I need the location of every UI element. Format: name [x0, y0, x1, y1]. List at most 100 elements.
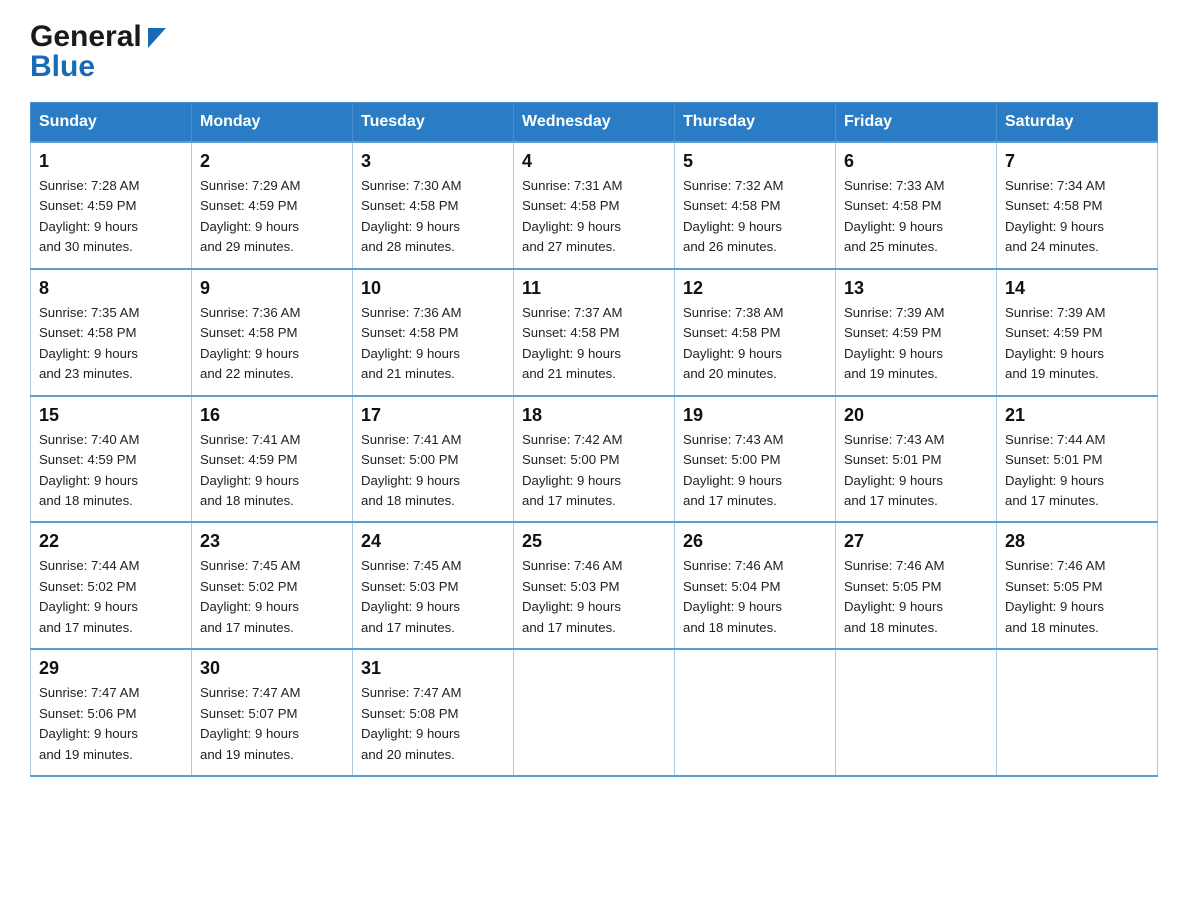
day-info: Sunrise: 7:41 AMSunset: 4:59 PMDaylight:…	[200, 430, 344, 512]
calendar-cell: 14Sunrise: 7:39 AMSunset: 4:59 PMDayligh…	[997, 269, 1158, 396]
day-number: 19	[683, 405, 827, 426]
day-number: 24	[361, 531, 505, 552]
calendar-cell: 4 Sunrise: 7:31 AMSunset: 4:58 PMDaylight…	[514, 142, 675, 269]
calendar-cell: 6 Sunrise: 7:33 AMSunset: 4:58 PMDaylight…	[836, 142, 997, 269]
day-info: Sunrise: 7:46 AMSunset: 5:04 PMDaylight:…	[683, 556, 827, 638]
day-number: 10	[361, 278, 505, 299]
day-number: 16	[200, 405, 344, 426]
day-number: 12	[683, 278, 827, 299]
day-number: 17	[361, 405, 505, 426]
day-number: 5	[683, 151, 827, 172]
page-header: General Blue	[30, 20, 1158, 82]
calendar-cell: 16 Sunrise: 7:41 AMSunset: 4:59 PMDayligh…	[192, 396, 353, 523]
day-info: Sunrise: 7:29 AMSunset: 4:59 PMDaylight:…	[200, 176, 344, 258]
calendar-dow-friday: Friday	[836, 103, 997, 143]
day-info: Sunrise: 7:35 AMSunset: 4:58 PMDaylight:…	[39, 303, 183, 385]
calendar-cell: 12 Sunrise: 7:38 AMSunset: 4:58 PMDayligh…	[675, 269, 836, 396]
day-number: 4	[522, 151, 666, 172]
day-number: 9	[200, 278, 344, 299]
day-info: Sunrise: 7:46 AMSunset: 5:03 PMDaylight:…	[522, 556, 666, 638]
calendar-cell: 28 Sunrise: 7:46 AMSunset: 5:05 PMDayligh…	[997, 522, 1158, 649]
calendar-week-row: 8 Sunrise: 7:35 AMSunset: 4:58 PMDaylight…	[31, 269, 1158, 396]
logo: General Blue	[30, 20, 166, 82]
day-number: 6	[844, 151, 988, 172]
day-number: 21	[1005, 405, 1149, 426]
calendar-dow-tuesday: Tuesday	[353, 103, 514, 143]
day-number: 20	[844, 405, 988, 426]
day-info: Sunrise: 7:47 AMSunset: 5:07 PMDaylight:…	[200, 683, 344, 765]
day-number: 26	[683, 531, 827, 552]
calendar-cell: 24 Sunrise: 7:45 AMSunset: 5:03 PMDayligh…	[353, 522, 514, 649]
calendar-cell: 7 Sunrise: 7:34 AMSunset: 4:58 PMDaylight…	[997, 142, 1158, 269]
calendar-cell: 25 Sunrise: 7:46 AMSunset: 5:03 PMDayligh…	[514, 522, 675, 649]
calendar-cell: 17Sunrise: 7:41 AMSunset: 5:00 PMDayligh…	[353, 396, 514, 523]
day-number: 15	[39, 405, 183, 426]
day-number: 11	[522, 278, 666, 299]
day-info: Sunrise: 7:47 AMSunset: 5:06 PMDaylight:…	[39, 683, 183, 765]
calendar-cell: 10 Sunrise: 7:36 AMSunset: 4:58 PMDayligh…	[353, 269, 514, 396]
day-info: Sunrise: 7:43 AMSunset: 5:00 PMDaylight:…	[683, 430, 827, 512]
day-info: Sunrise: 7:44 AMSunset: 5:02 PMDaylight:…	[39, 556, 183, 638]
calendar-cell: 3Sunrise: 7:30 AMSunset: 4:58 PMDaylight…	[353, 142, 514, 269]
day-info: Sunrise: 7:36 AMSunset: 4:58 PMDaylight:…	[200, 303, 344, 385]
calendar-cell: 13 Sunrise: 7:39 AMSunset: 4:59 PMDayligh…	[836, 269, 997, 396]
calendar-week-row: 15 Sunrise: 7:40 AMSunset: 4:59 PMDayligh…	[31, 396, 1158, 523]
day-number: 27	[844, 531, 988, 552]
calendar-dow-monday: Monday	[192, 103, 353, 143]
logo-triangle-icon	[148, 28, 166, 48]
logo-blue: Blue	[30, 52, 166, 82]
day-number: 18	[522, 405, 666, 426]
calendar-cell: 11 Sunrise: 7:37 AMSunset: 4:58 PMDayligh…	[514, 269, 675, 396]
calendar-cell: 26 Sunrise: 7:46 AMSunset: 5:04 PMDayligh…	[675, 522, 836, 649]
day-number: 2	[200, 151, 344, 172]
day-number: 7	[1005, 151, 1149, 172]
day-info: Sunrise: 7:40 AMSunset: 4:59 PMDaylight:…	[39, 430, 183, 512]
calendar-cell	[836, 649, 997, 776]
day-info: Sunrise: 7:30 AMSunset: 4:58 PMDaylight:…	[361, 176, 505, 258]
calendar-dow-saturday: Saturday	[997, 103, 1158, 143]
day-number: 22	[39, 531, 183, 552]
day-info: Sunrise: 7:39 AMSunset: 4:59 PMDaylight:…	[844, 303, 988, 385]
day-info: Sunrise: 7:44 AMSunset: 5:01 PMDaylight:…	[1005, 430, 1149, 512]
calendar-cell: 23 Sunrise: 7:45 AMSunset: 5:02 PMDayligh…	[192, 522, 353, 649]
calendar-header-row: SundayMondayTuesdayWednesdayThursdayFrid…	[31, 103, 1158, 143]
day-info: Sunrise: 7:34 AMSunset: 4:58 PMDaylight:…	[1005, 176, 1149, 258]
calendar-cell: 19 Sunrise: 7:43 AMSunset: 5:00 PMDayligh…	[675, 396, 836, 523]
calendar-week-row: 22 Sunrise: 7:44 AMSunset: 5:02 PMDayligh…	[31, 522, 1158, 649]
calendar-cell: 22 Sunrise: 7:44 AMSunset: 5:02 PMDayligh…	[31, 522, 192, 649]
calendar-cell	[675, 649, 836, 776]
calendar-cell: 15 Sunrise: 7:40 AMSunset: 4:59 PMDayligh…	[31, 396, 192, 523]
calendar-cell: 8 Sunrise: 7:35 AMSunset: 4:58 PMDaylight…	[31, 269, 192, 396]
day-info: Sunrise: 7:31 AMSunset: 4:58 PMDaylight:…	[522, 176, 666, 258]
day-info: Sunrise: 7:43 AMSunset: 5:01 PMDaylight:…	[844, 430, 988, 512]
day-number: 29	[39, 658, 183, 679]
day-info: Sunrise: 7:28 AMSunset: 4:59 PMDaylight:…	[39, 176, 183, 258]
day-info: Sunrise: 7:45 AMSunset: 5:02 PMDaylight:…	[200, 556, 344, 638]
calendar-cell: 29 Sunrise: 7:47 AMSunset: 5:06 PMDayligh…	[31, 649, 192, 776]
day-info: Sunrise: 7:36 AMSunset: 4:58 PMDaylight:…	[361, 303, 505, 385]
calendar-cell: 18Sunrise: 7:42 AMSunset: 5:00 PMDayligh…	[514, 396, 675, 523]
calendar-cell	[514, 649, 675, 776]
calendar-cell: 30 Sunrise: 7:47 AMSunset: 5:07 PMDayligh…	[192, 649, 353, 776]
day-info: Sunrise: 7:33 AMSunset: 4:58 PMDaylight:…	[844, 176, 988, 258]
day-info: Sunrise: 7:38 AMSunset: 4:58 PMDaylight:…	[683, 303, 827, 385]
calendar-cell: 27 Sunrise: 7:46 AMSunset: 5:05 PMDayligh…	[836, 522, 997, 649]
day-info: Sunrise: 7:45 AMSunset: 5:03 PMDaylight:…	[361, 556, 505, 638]
day-info: Sunrise: 7:37 AMSunset: 4:58 PMDaylight:…	[522, 303, 666, 385]
calendar-week-row: 29 Sunrise: 7:47 AMSunset: 5:06 PMDayligh…	[31, 649, 1158, 776]
day-number: 25	[522, 531, 666, 552]
calendar-cell: 21 Sunrise: 7:44 AMSunset: 5:01 PMDayligh…	[997, 396, 1158, 523]
day-info: Sunrise: 7:46 AMSunset: 5:05 PMDaylight:…	[1005, 556, 1149, 638]
day-info: Sunrise: 7:46 AMSunset: 5:05 PMDaylight:…	[844, 556, 988, 638]
day-number: 31	[361, 658, 505, 679]
day-number: 8	[39, 278, 183, 299]
calendar-cell	[997, 649, 1158, 776]
calendar-cell: 1 Sunrise: 7:28 AMSunset: 4:59 PMDaylight…	[31, 142, 192, 269]
calendar-cell: 31Sunrise: 7:47 AMSunset: 5:08 PMDayligh…	[353, 649, 514, 776]
calendar-dow-wednesday: Wednesday	[514, 103, 675, 143]
day-number: 1	[39, 151, 183, 172]
day-number: 23	[200, 531, 344, 552]
day-number: 13	[844, 278, 988, 299]
day-number: 28	[1005, 531, 1149, 552]
day-number: 30	[200, 658, 344, 679]
